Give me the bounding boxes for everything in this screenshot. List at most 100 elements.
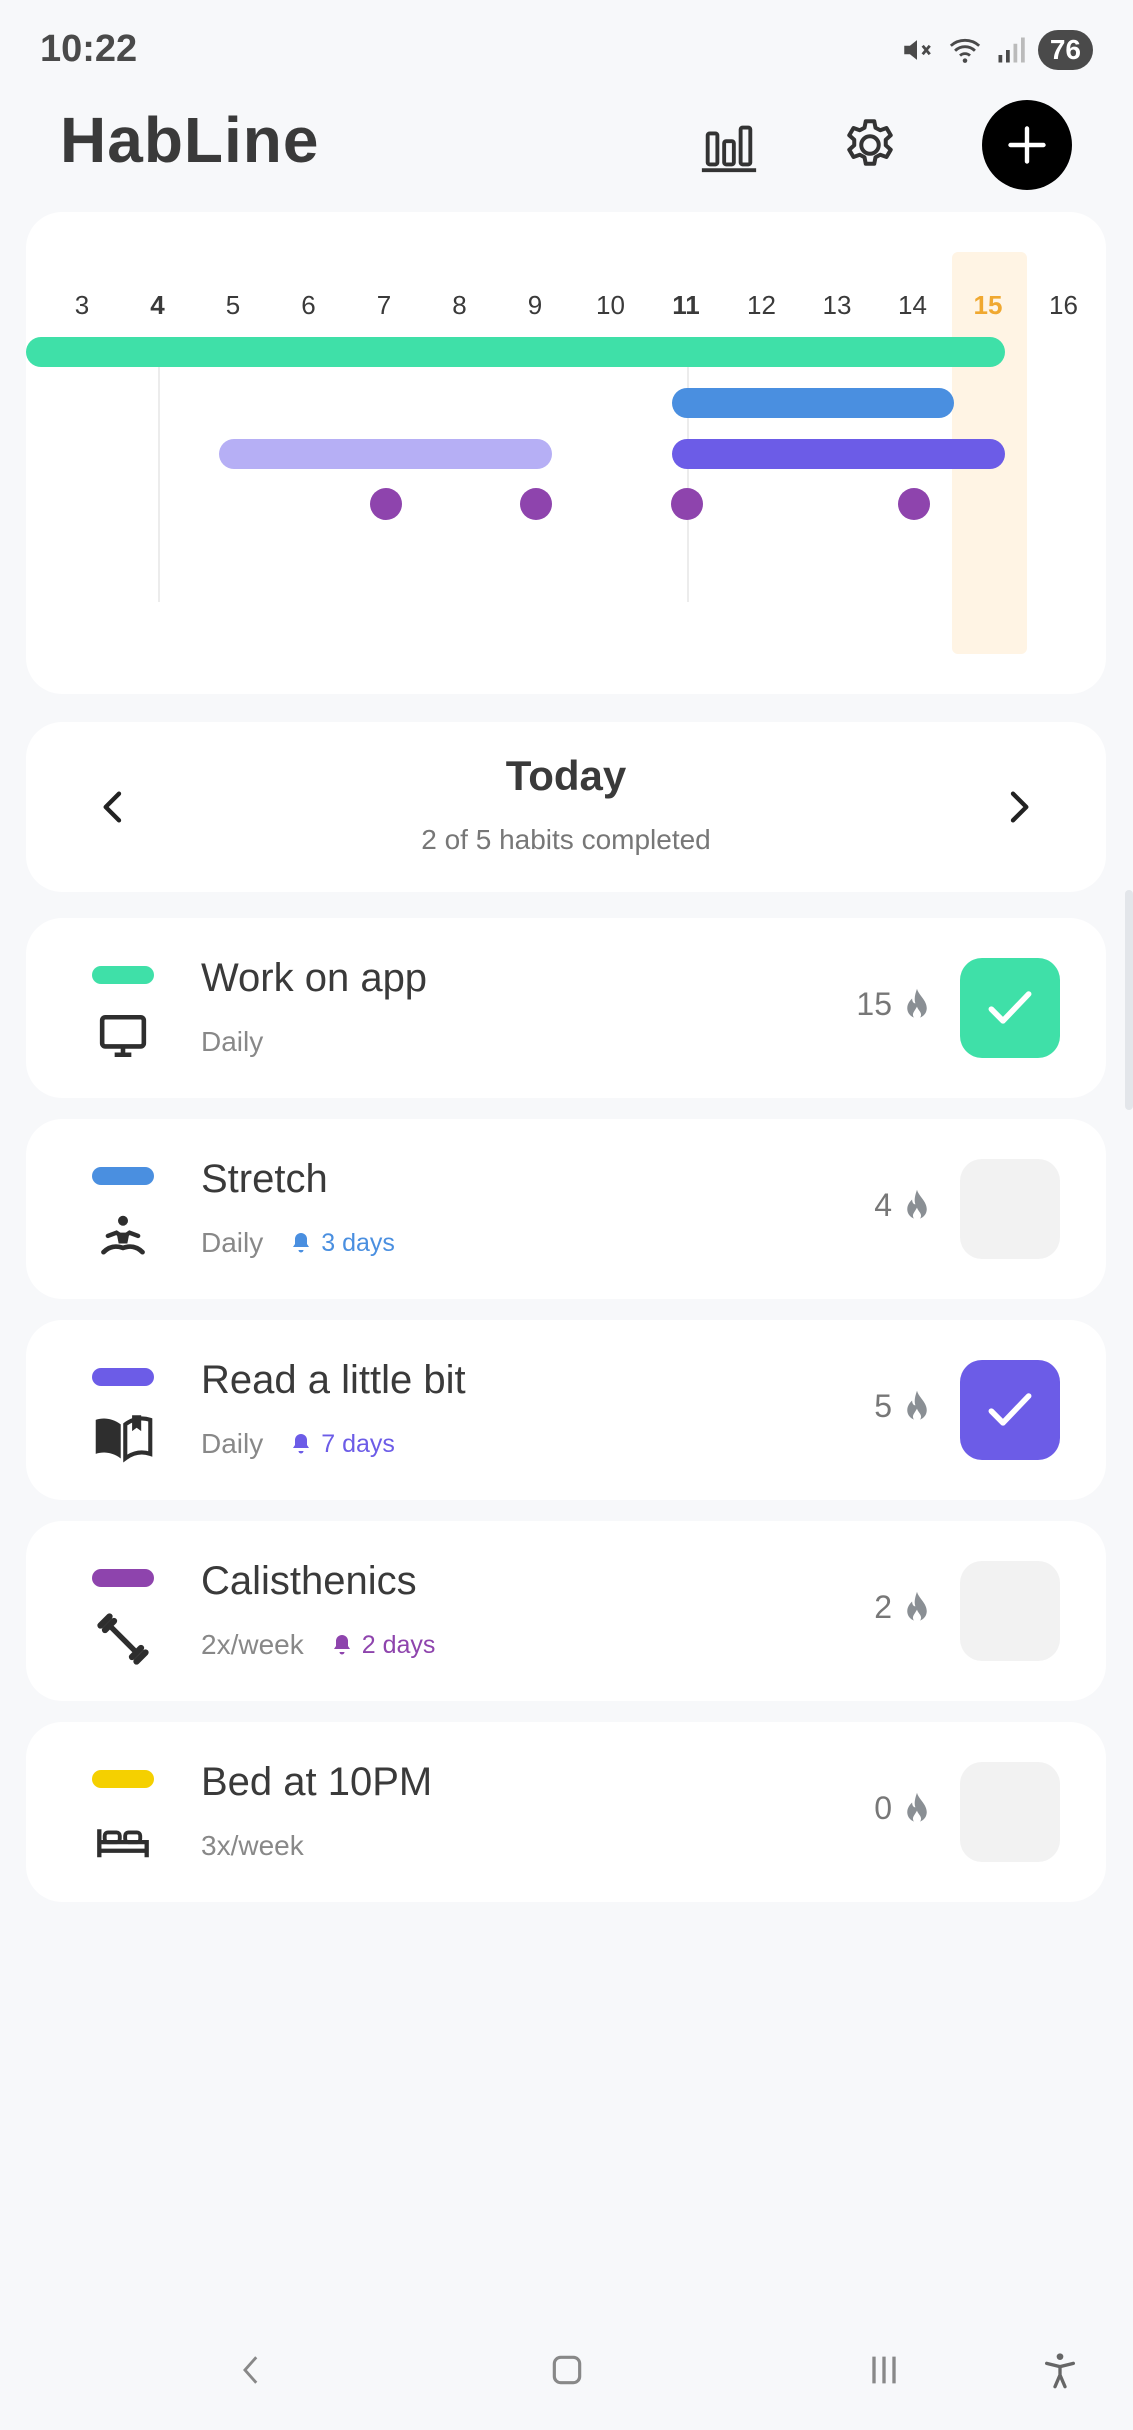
habit-color-tag	[92, 1770, 154, 1788]
habit-color-tag	[92, 1368, 154, 1386]
habit-streak: 0	[874, 1790, 930, 1827]
timeline-day-label: 10	[596, 290, 625, 320]
back-icon	[243, 2356, 258, 2384]
settings-button[interactable]	[825, 100, 915, 190]
habit-frequency: Daily	[201, 1428, 264, 1459]
habit-meta: 2x/week 2 days	[201, 1629, 435, 1661]
habit-name: Work on app	[201, 956, 428, 1000]
timeline-bar-work-on-app	[26, 337, 1005, 367]
habit-color-tag	[92, 1167, 154, 1185]
accessibility-icon	[1045, 2353, 1075, 2389]
habit-complete-checkbox[interactable]	[960, 1159, 1060, 1259]
timeline-day-label: 6	[301, 290, 316, 320]
flame-icon	[907, 1390, 927, 1421]
reminder-text: 7 days	[321, 1429, 395, 1458]
timeline-bar-read-past	[219, 439, 552, 469]
bell-icon	[333, 1635, 350, 1655]
habit-card[interactable]: Stretch Daily 3 days 4	[26, 1119, 1106, 1299]
book-icon	[88, 1408, 158, 1468]
app-title: HabLine	[60, 104, 320, 176]
stats-button[interactable]	[684, 100, 774, 190]
habit-card[interactable]: Read a little bit Daily 7 days 5	[26, 1320, 1106, 1500]
status-time: 10:22	[40, 28, 138, 70]
flame-icon	[907, 1792, 927, 1823]
habit-name: Read a little bit	[201, 1358, 466, 1402]
reminder-text: 2 days	[361, 1630, 436, 1659]
recents-icon	[872, 2356, 896, 2384]
timeline-dot-calisthenics	[898, 488, 930, 520]
timeline-day-label: 3	[74, 290, 90, 320]
habit-streak: 4	[874, 1187, 930, 1224]
day-navigator: Today 2 of 5 habits completed	[26, 722, 1106, 892]
habit-timeline: 3 4 5 6 7 8 9 10 11 12 13 14 15 16	[26, 212, 1106, 694]
plus-icon	[1008, 126, 1046, 164]
timeline-bar-read	[672, 439, 1005, 469]
habit-frequency: 3x/week	[201, 1830, 304, 1861]
day-title: Today	[505, 752, 627, 799]
timeline-day-label: 11	[672, 290, 700, 320]
timeline-day-label: 12	[747, 290, 776, 320]
habit-color-tag	[92, 1569, 154, 1587]
bar-chart-icon	[701, 125, 757, 173]
timeline-dot-calisthenics	[671, 488, 703, 520]
checkmark-icon	[988, 1393, 1032, 1426]
battery-indicator: 76	[1037, 30, 1093, 70]
habit-streak: 5	[874, 1388, 930, 1425]
timeline-day-label: 9	[527, 290, 543, 320]
meditation-icon	[88, 1207, 158, 1267]
habit-meta: Daily 7 days	[201, 1428, 395, 1460]
habit-frequency: Daily	[201, 1026, 264, 1057]
habit-complete-checkbox[interactable]	[960, 1762, 1060, 1862]
flame-icon	[907, 988, 927, 1019]
habit-streak: 15	[856, 986, 930, 1023]
habit-meta: 3x/week	[201, 1830, 304, 1862]
habit-frequency: 2x/week	[201, 1629, 304, 1660]
habit-name: Bed at 10PM	[201, 1760, 433, 1804]
habit-card[interactable]: Bed at 10PM 3x/week 0	[26, 1722, 1106, 1902]
system-home-button[interactable]	[537, 2340, 597, 2400]
timeline-day-label: 14	[898, 290, 927, 320]
scrollbar[interactable]	[1125, 890, 1133, 1110]
reminder-badge: 7 days	[289, 1430, 395, 1459]
timeline-day-label: 16	[1049, 290, 1078, 320]
streak-count: 5	[874, 1388, 892, 1424]
reminder-text: 3 days	[321, 1228, 395, 1257]
flame-icon	[907, 1591, 927, 1622]
streak-count: 15	[856, 986, 892, 1022]
timeline-day-label: 8	[452, 290, 467, 320]
habit-card[interactable]: Work on app Daily 15	[26, 918, 1106, 1098]
habit-card[interactable]: Calisthenics 2x/week 2 days 2	[26, 1521, 1106, 1701]
habit-meta: Daily 3 days	[201, 1227, 395, 1259]
system-back-button[interactable]	[222, 2340, 282, 2400]
dumbbell-icon	[88, 1609, 158, 1669]
next-day-button[interactable]	[978, 767, 1058, 847]
bed-icon	[88, 1810, 158, 1870]
signal-icon	[998, 37, 1025, 63]
system-navigation-bar	[0, 2310, 1133, 2430]
streak-count: 4	[874, 1187, 892, 1223]
week-divider	[158, 362, 160, 602]
habit-complete-checkbox[interactable]	[960, 958, 1060, 1058]
habit-name: Calisthenics	[201, 1559, 417, 1603]
checkmark-icon	[988, 991, 1032, 1024]
timeline-day-label: 13	[822, 290, 852, 320]
timeline-day-label: 15	[973, 290, 1003, 320]
habit-streak: 2	[874, 1589, 930, 1626]
reminder-badge: 3 days	[289, 1229, 395, 1258]
mute-icon	[904, 40, 931, 60]
bell-icon	[293, 1434, 310, 1454]
timeline-day-label: 5	[225, 290, 241, 320]
bell-icon	[293, 1233, 310, 1253]
timeline-dot-calisthenics	[520, 488, 552, 520]
streak-count: 0	[874, 1790, 892, 1826]
habit-complete-checkbox[interactable]	[960, 1360, 1060, 1460]
home-icon	[552, 2355, 582, 2385]
system-recents-button[interactable]	[854, 2340, 914, 2400]
add-habit-button[interactable]	[982, 100, 1072, 190]
timeline-bar-stretch	[672, 388, 954, 418]
status-bar: 10:22 76	[0, 0, 1133, 100]
habit-complete-checkbox[interactable]	[960, 1561, 1060, 1661]
timeline-day-label: 7	[376, 290, 392, 320]
gear-icon	[847, 119, 893, 166]
accessibility-button[interactable]	[1030, 2340, 1090, 2400]
